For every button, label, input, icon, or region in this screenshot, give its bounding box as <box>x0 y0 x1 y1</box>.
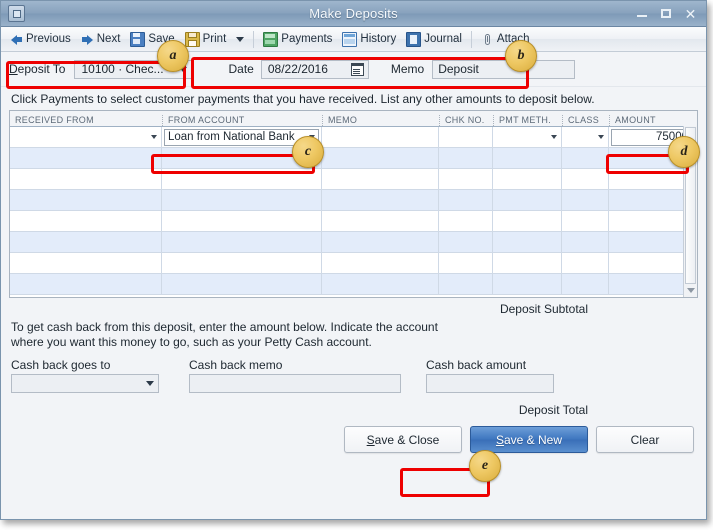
table-row[interactable] <box>10 211 697 232</box>
cash-back-goes-to-select[interactable] <box>11 374 159 393</box>
cell-memo[interactable] <box>322 127 439 147</box>
deposit-to-label: Deposit To <box>9 62 66 76</box>
clear-button[interactable]: Clear <box>596 426 694 453</box>
cash-back-goes-to-label: Cash back goes to <box>11 358 111 372</box>
history-label: History <box>360 33 397 45</box>
callout-badge-d: d <box>668 136 700 168</box>
dialog-footer: Save & Close Save & New Clear <box>1 417 706 453</box>
memo-label: Memo <box>390 62 425 76</box>
chevron-down-icon[interactable] <box>151 135 157 139</box>
cash-back-line-2: where you want this money to go, such as… <box>11 335 372 349</box>
date-field[interactable]: 08/22/2016 <box>260 59 369 79</box>
toolbar-divider <box>253 30 255 48</box>
callout-badge-b: b <box>505 40 537 72</box>
chevron-down-icon <box>146 381 154 386</box>
floppy-disk-icon <box>130 31 146 47</box>
cell-received-from[interactable] <box>10 127 162 147</box>
history-document-icon <box>342 31 358 47</box>
table-row[interactable] <box>10 190 697 211</box>
date-value: 08/22/2016 <box>267 62 328 76</box>
save-close-button[interactable]: Save & Close <box>344 426 462 453</box>
chevron-down-icon[interactable] <box>551 135 557 139</box>
column-header-amount: AMOUNT <box>609 115 696 126</box>
column-header-class: CLASS <box>562 115 609 126</box>
column-header-chk-no: CHK NO. <box>439 115 493 126</box>
scroll-down-arrow-icon[interactable] <box>684 284 697 297</box>
printer-icon <box>184 31 200 47</box>
calendar-icon[interactable] <box>350 62 364 76</box>
cash-back-paragraph: To get cash back from this deposit, ente… <box>1 318 706 350</box>
make-deposits-window: Make Deposits ✕ Previous Next Save Print… <box>0 0 707 520</box>
paperclip-icon <box>481 33 494 46</box>
date-label: Date <box>228 62 254 76</box>
deposit-line-grid: RECEIVED FROM FROM ACCOUNT MEMO CHK NO. … <box>9 110 698 298</box>
next-button[interactable]: Next <box>76 28 126 50</box>
table-row[interactable]: Loan from National Bank 75000 <box>10 127 697 148</box>
print-button[interactable]: Print <box>180 28 232 50</box>
cash-back-amount-field[interactable] <box>426 374 554 393</box>
window-toolbar: Previous Next Save Print Payments Histor… <box>1 27 706 52</box>
grid-header-row: RECEIVED FROM FROM ACCOUNT MEMO CHK NO. … <box>10 111 697 127</box>
window-titlebar: Make Deposits ✕ <box>1 1 706 27</box>
chevron-down-icon <box>236 36 245 42</box>
table-row[interactable] <box>10 232 697 253</box>
next-label: Next <box>96 33 121 45</box>
screenshot-root: Make Deposits ✕ Previous Next Save Print… <box>0 0 713 530</box>
save-new-button[interactable]: Save & New <box>470 426 588 453</box>
memo-value: Deposit <box>438 62 479 76</box>
from-account-value: Loan from National Bank <box>168 131 295 143</box>
column-header-pmt-meth: PMT METH. <box>493 115 562 126</box>
toolbar-divider-2 <box>470 30 472 48</box>
window-title: Make Deposits <box>309 6 398 21</box>
cash-back-fields: Cash back goes to Cash back memo Cash ba… <box>1 350 706 393</box>
table-row[interactable] <box>10 169 697 190</box>
cell-pmt-meth[interactable] <box>493 127 562 147</box>
window-restore-icon[interactable] <box>8 5 25 22</box>
callout-badge-c: c <box>292 136 324 168</box>
cash-back-line-1: To get cash back from this deposit, ente… <box>11 320 438 334</box>
cash-back-memo-label: Cash back memo <box>189 358 283 372</box>
deposit-total-label: Deposit Total <box>518 403 588 417</box>
history-button[interactable]: History <box>337 28 401 50</box>
cash-back-amount-label: Cash back amount <box>426 358 527 372</box>
table-row[interactable] <box>10 274 697 295</box>
table-row[interactable] <box>10 148 697 169</box>
column-header-received-from: RECEIVED FROM <box>15 115 94 125</box>
deposit-header-fields: Deposit To 10100 · Chec... Date 08/22/20… <box>1 52 706 87</box>
print-label: Print <box>202 33 227 45</box>
print-dropdown-button[interactable] <box>231 28 249 50</box>
callout-badge-e: e <box>469 450 501 482</box>
column-header-memo: MEMO <box>322 115 439 126</box>
previous-label: Previous <box>26 33 71 45</box>
cash-back-memo-field[interactable] <box>189 374 401 393</box>
payments-icon <box>263 31 279 47</box>
journal-button[interactable]: Journal <box>401 28 467 50</box>
instruction-text: Click Payments to select customer paymen… <box>1 87 706 110</box>
column-header-from-account: FROM ACCOUNT <box>162 115 322 126</box>
deposit-subtotal-label: Deposit Subtotal <box>499 302 588 316</box>
payments-label: Payments <box>281 33 333 45</box>
close-icon[interactable]: ✕ <box>683 7 698 21</box>
arrow-right-icon <box>81 33 94 46</box>
arrow-left-icon <box>10 33 23 46</box>
journal-document-icon <box>406 31 422 47</box>
journal-label: Journal <box>424 33 462 45</box>
cell-class[interactable] <box>562 127 609 147</box>
deposit-to-value: 10100 · Chec... <box>81 62 164 76</box>
chevron-down-icon[interactable] <box>598 135 604 139</box>
table-row[interactable] <box>10 253 697 274</box>
deposit-subtotal-row: Deposit Subtotal <box>1 298 706 318</box>
memo-field[interactable]: Deposit <box>432 59 576 79</box>
maximize-icon[interactable] <box>659 7 674 21</box>
payments-button[interactable]: Payments <box>258 28 337 50</box>
cell-chk-no[interactable] <box>439 127 493 147</box>
minimize-icon[interactable] <box>635 7 650 21</box>
callout-badge-a: a <box>157 40 189 72</box>
deposit-total-row: Deposit Total <box>1 393 706 417</box>
window-controls: ✕ <box>635 1 698 26</box>
previous-button[interactable]: Previous <box>5 28 76 50</box>
